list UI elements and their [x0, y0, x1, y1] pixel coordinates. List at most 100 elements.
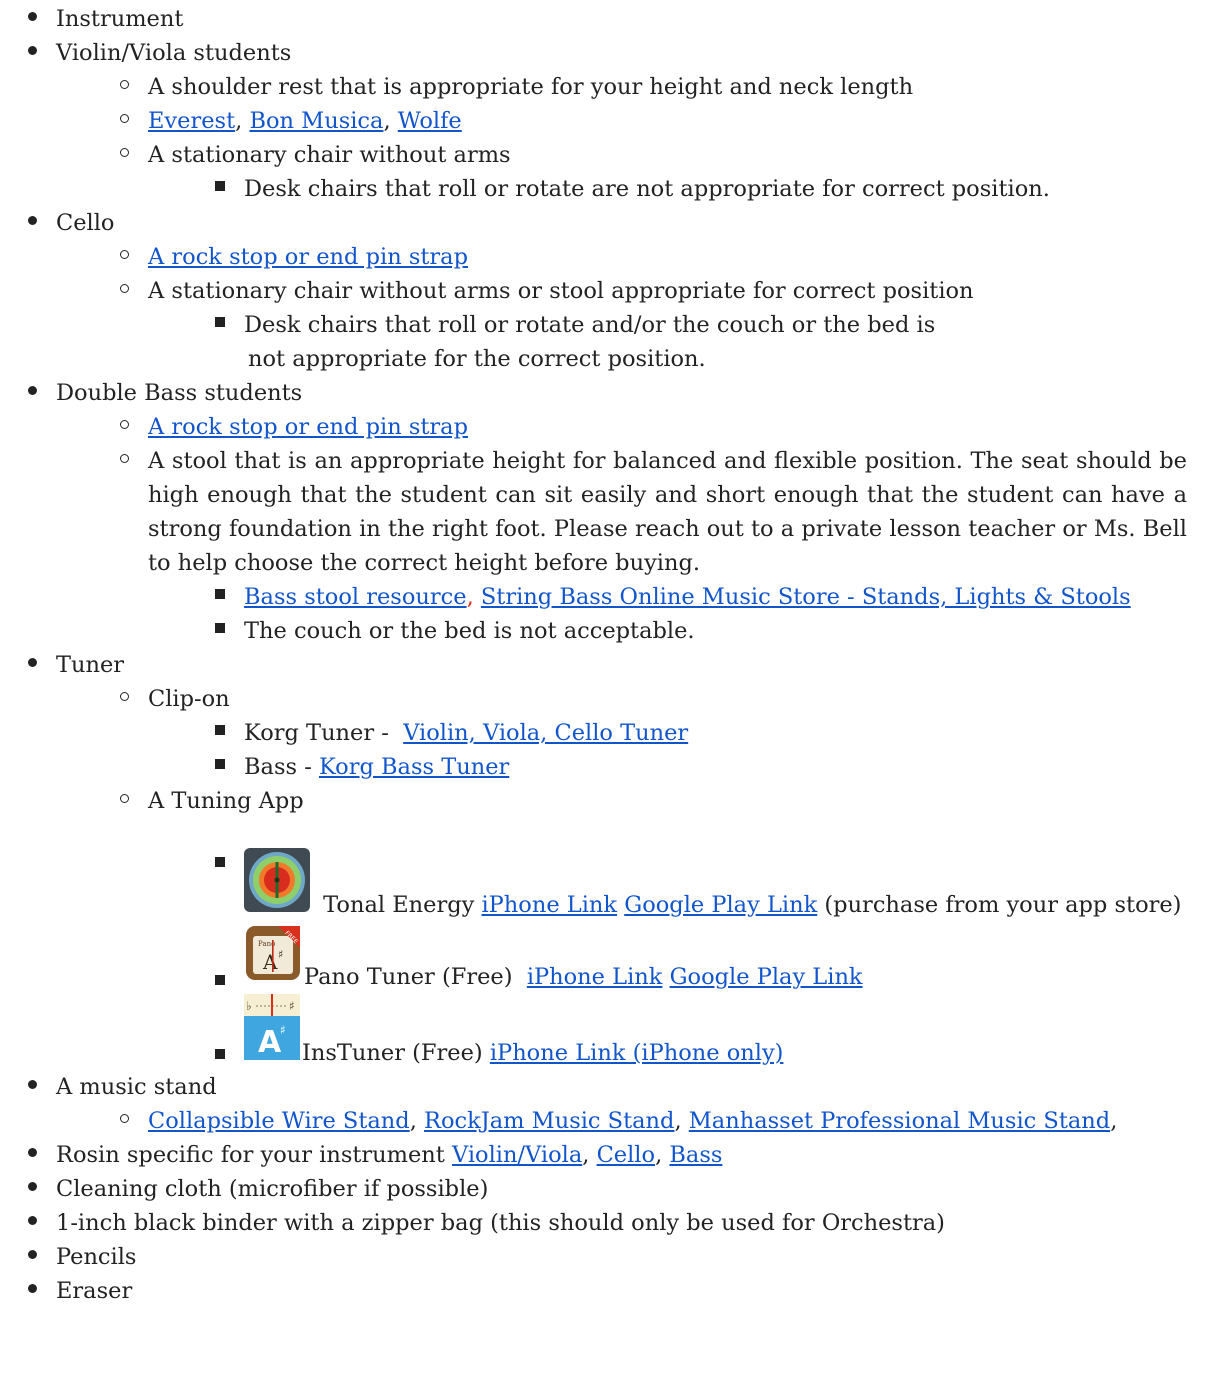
list-item: Desk chairs that roll or rotate are not …	[196, 172, 1209, 206]
bullet-disc-icon	[20, 1138, 44, 1172]
chair-sublist: Desk chairs that roll or rotate are not …	[100, 172, 1209, 206]
list-item: Desk chairs that roll or rotate and/or t…	[196, 308, 1209, 376]
bullet-circle-icon	[112, 784, 136, 818]
bullet-disc-icon	[20, 1240, 44, 1274]
tonal-energy-note: (purchase from your app store)	[817, 892, 1182, 918]
bullet-circle-icon	[112, 104, 136, 138]
link-rosin-cello[interactable]: Cello	[597, 1142, 655, 1168]
link-bass-stool-resource[interactable]: Bass stool resource	[244, 584, 467, 610]
list-item: The couch or the bed is not acceptable.	[196, 614, 1209, 648]
pano-tuner-label: Pano Tuner (Free)	[304, 964, 527, 990]
tonal-energy-icon	[244, 848, 310, 922]
list-item: Collapsible Wire Stand, RockJam Music St…	[100, 1104, 1209, 1138]
item-instrument: Instrument	[56, 6, 184, 32]
item-stationary-chair: A stationary chair without arms	[148, 142, 511, 168]
link-bon-musica[interactable]: Bon Musica	[249, 108, 383, 134]
separator-red: ,	[466, 584, 474, 610]
list-item: A music stand Collapsible Wire Stand, Ro…	[0, 1070, 1209, 1138]
list-item: Eraser	[0, 1274, 1209, 1308]
link-collapsible-wire-stand[interactable]: Collapsible Wire Stand	[148, 1108, 410, 1134]
item-cello-desk-line1: Desk chairs that roll or rotate and/or t…	[244, 312, 936, 338]
list-item: Clip-on Korg Tuner - Violin, Viola, Cell…	[100, 682, 1209, 784]
item-bass-stool-text: A stool that is an appropriate height fo…	[148, 448, 1187, 576]
link-instuner-iphone[interactable]: iPhone Link (iPhone only)	[490, 1040, 784, 1066]
bullet-disc-icon	[20, 376, 44, 410]
link-rockjam-stand[interactable]: RockJam Music Stand	[424, 1108, 674, 1134]
link-manhasset-stand[interactable]: Manhasset Professional Music Stand	[689, 1108, 1110, 1134]
korg-prefix: Korg Tuner -	[244, 720, 404, 746]
link-tonal-energy-google-play[interactable]: Google Play Link	[624, 892, 817, 918]
list-item: A Tuning App Tonal Energy iPhone Link Go…	[100, 784, 1209, 1070]
list-item: Violin/Viola students A shoulder rest th…	[0, 36, 1209, 206]
list-item: Tuner Clip-on Korg Tuner - Violin, Viola…	[0, 648, 1209, 1070]
item-eraser: Eraser	[56, 1278, 133, 1304]
cello-sublist: A rock stop or end pin strap A stationar…	[0, 240, 1209, 376]
bullet-circle-icon	[112, 682, 136, 716]
bullet-disc-icon	[20, 206, 44, 240]
list-item: ♭ ♯ A ♯ InsTuner (Free) iPhone Link (iPh…	[196, 994, 1209, 1070]
link-everest[interactable]: Everest	[148, 108, 235, 134]
item-violin-viola: Violin/Viola students	[56, 40, 292, 66]
music-stand-sublist: Collapsible Wire Stand, RockJam Music St…	[0, 1104, 1209, 1138]
svg-text:♯: ♯	[278, 948, 283, 961]
instuner-label: InsTuner (Free)	[302, 1040, 490, 1066]
bullet-square-icon	[208, 750, 232, 784]
link-korg-bass-tuner[interactable]: Korg Bass Tuner	[319, 754, 509, 780]
separator: ,	[655, 1142, 670, 1168]
supply-list: Instrument Violin/Viola students A shoul…	[0, 2, 1209, 1308]
bullet-circle-icon	[112, 444, 136, 478]
bullet-square-icon	[208, 308, 232, 342]
svg-text:♯: ♯	[289, 999, 295, 1013]
list-item: Pano A ♯ FREE Pano Tuner (Free) iPhone L…	[196, 924, 1209, 994]
list-item: Bass - Korg Bass Tuner	[196, 750, 1209, 784]
violin-viola-sublist: A shoulder rest that is appropriate for …	[0, 70, 1209, 206]
tuner-sublist: Clip-on Korg Tuner - Violin, Viola, Cell…	[0, 682, 1209, 1070]
bullet-square-icon	[208, 716, 232, 750]
link-rosin-violin-viola[interactable]: Violin/Viola	[452, 1142, 582, 1168]
list-item: A rock stop or end pin strap	[100, 410, 1209, 444]
item-pencils: Pencils	[56, 1244, 137, 1270]
bullet-circle-icon	[112, 240, 136, 274]
svg-text:A: A	[262, 950, 278, 974]
bass-prefix: Bass -	[244, 754, 319, 780]
list-item: Cleaning cloth (microfiber if possible)	[0, 1172, 1209, 1206]
clip-on-sublist: Korg Tuner - Violin, Viola, Cello Tuner …	[100, 716, 1209, 784]
separator: ,	[674, 1108, 689, 1134]
bullet-disc-icon	[20, 648, 44, 682]
separator: ,	[1110, 1108, 1118, 1134]
list-item: A stationary chair without arms or stool…	[100, 274, 1209, 376]
link-rosin-bass[interactable]: Bass	[669, 1142, 722, 1168]
bullet-circle-icon	[112, 138, 136, 172]
bass-stool-sublist: Bass stool resource, String Bass Online …	[100, 580, 1209, 648]
list-item: 1-inch black binder with a zipper bag (t…	[0, 1206, 1209, 1240]
bullet-circle-icon	[112, 274, 136, 308]
list-item: A rock stop or end pin strap	[100, 240, 1209, 274]
svg-text:♯: ♯	[280, 1023, 286, 1037]
svg-text:A: A	[258, 1025, 282, 1060]
bullet-disc-icon	[20, 36, 44, 70]
bullet-disc-icon	[20, 1206, 44, 1240]
link-sbo-store[interactable]: String Bass Online Music Store - Stands,…	[481, 584, 1131, 610]
list-item: Everest, Bon Musica, Wolfe	[100, 104, 1209, 138]
bullet-circle-icon	[112, 70, 136, 104]
bullet-disc-icon	[20, 2, 44, 36]
link-pano-iphone[interactable]: iPhone Link	[527, 964, 663, 990]
link-rock-stop-bass[interactable]: A rock stop or end pin strap	[148, 414, 468, 440]
bullet-square-icon	[208, 172, 232, 206]
link-rock-stop-cello[interactable]: A rock stop or end pin strap	[148, 244, 468, 270]
bullet-square-icon	[208, 580, 232, 614]
bullet-disc-icon	[20, 1274, 44, 1308]
document-page: Instrument Violin/Viola students A shoul…	[0, 2, 1209, 1397]
list-item: Pencils	[0, 1240, 1209, 1274]
separator: ,	[383, 108, 398, 134]
separator: ,	[409, 1108, 425, 1134]
link-pano-google-play[interactable]: Google Play Link	[670, 964, 863, 990]
link-tonal-energy-iphone[interactable]: iPhone Link	[481, 892, 617, 918]
item-rosin: Rosin specific for your instrument	[56, 1142, 452, 1168]
item-cello-desk-line2: not appropriate for the correct position…	[248, 346, 706, 372]
link-wolfe[interactable]: Wolfe	[398, 108, 462, 134]
list-item: Instrument	[0, 2, 1209, 36]
bullet-square-icon	[208, 1040, 232, 1074]
item-cello: Cello	[56, 210, 115, 236]
link-korg-vvc-tuner[interactable]: Violin, Viola, Cello Tuner	[403, 720, 688, 746]
